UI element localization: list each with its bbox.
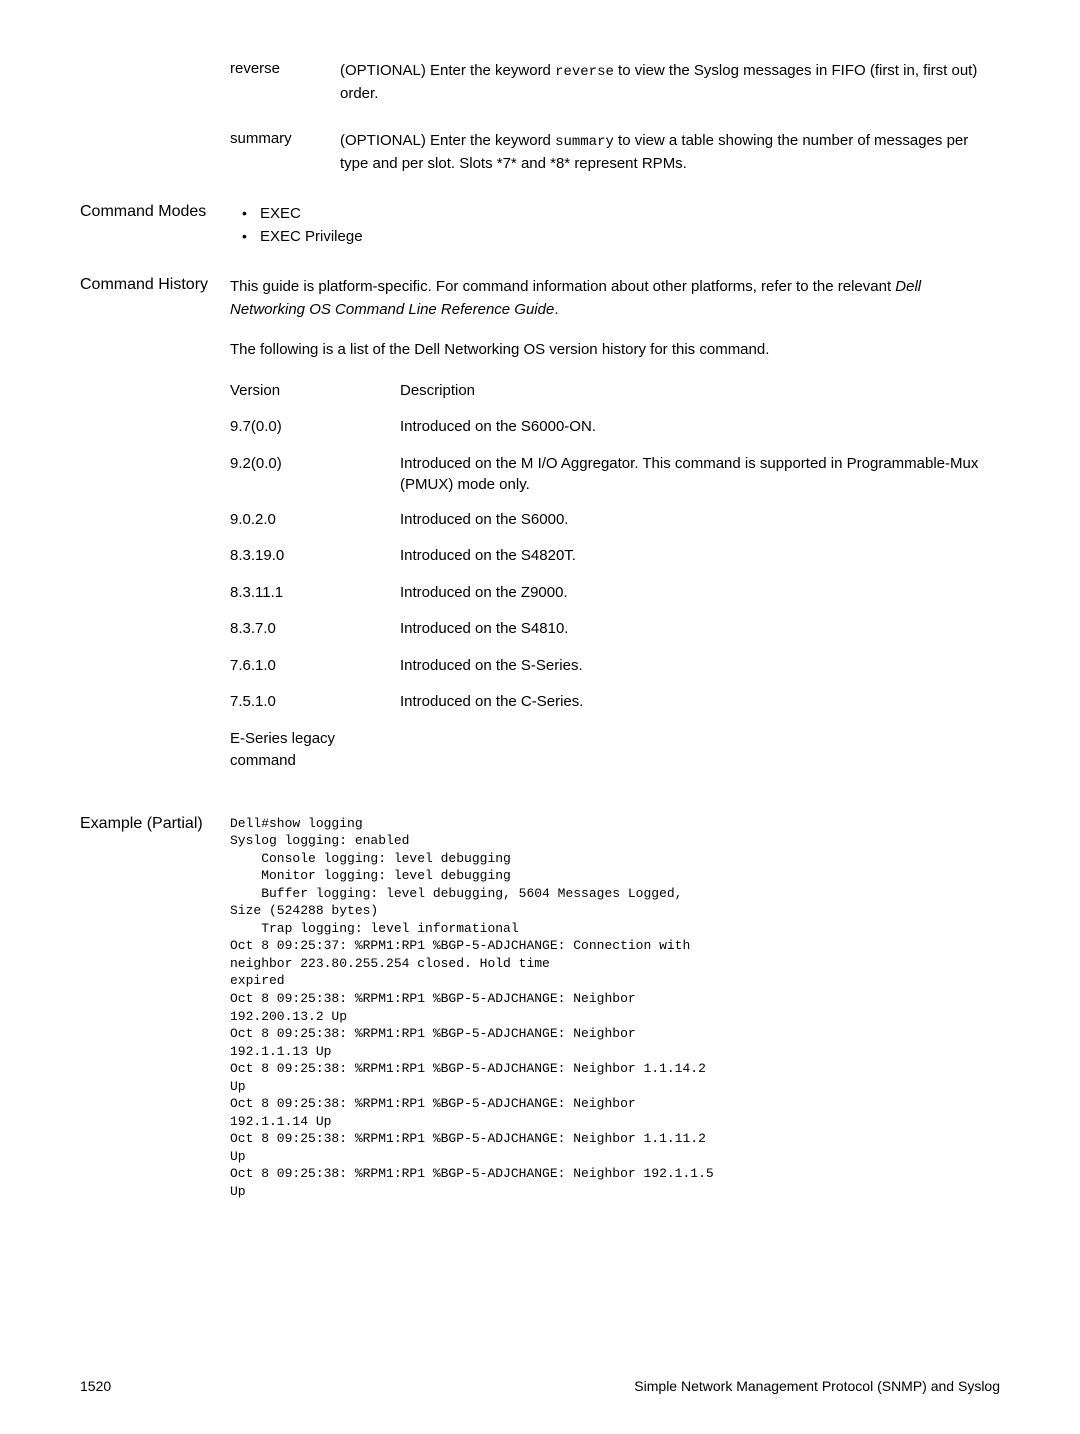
section-label: Command Modes: [80, 203, 230, 248]
version-d: Introduced on the S4810.: [400, 618, 1000, 641]
section-example: Example (Partial) Dell#show logging Sysl…: [80, 815, 1000, 1201]
footer-title: Simple Network Management Protocol (SNMP…: [634, 1378, 1000, 1394]
version-d: Introduced on the S6000-ON.: [400, 416, 1000, 439]
param-name: summary: [80, 130, 340, 176]
version-v: 9.0.2.0: [230, 509, 400, 532]
param-desc: (OPTIONAL) Enter the keyword reverse to …: [340, 60, 1000, 106]
version-row: 8.3.7.0 Introduced on the S4810.: [230, 618, 1000, 641]
section-content: Dell#show logging Syslog logging: enable…: [230, 815, 1000, 1201]
param-desc-pre: (OPTIONAL) Enter the keyword: [340, 132, 555, 149]
param-reverse: reverse (OPTIONAL) Enter the keyword rev…: [80, 60, 1000, 106]
version-v: 9.7(0.0): [230, 416, 400, 439]
version-v: 8.3.7.0: [230, 618, 400, 641]
intro-post: .: [554, 301, 558, 318]
param-name: reverse: [80, 60, 340, 106]
section-content: EXEC EXEC Privilege: [230, 203, 1000, 248]
version-v: 7.6.1.0: [230, 655, 400, 678]
section-label: Command History: [80, 276, 230, 787]
version-d: Introduced on the M I/O Aggregator. This…: [400, 453, 1000, 495]
version-d: Introduced on the S-Series.: [400, 655, 1000, 678]
version-d: Introduced on the C-Series.: [400, 691, 1000, 714]
version-row: 8.3.19.0 Introduced on the S4820T.: [230, 545, 1000, 568]
version-row: 7.6.1.0 Introduced on the S-Series.: [230, 655, 1000, 678]
version-header: Version: [230, 380, 400, 403]
version-header-row: Version Description: [230, 380, 1000, 403]
version-row: 8.3.11.1 Introduced on the Z9000.: [230, 582, 1000, 605]
page-number: 1520: [80, 1378, 111, 1394]
section-content: This guide is platform-specific. For com…: [230, 276, 1000, 787]
mode-list: EXEC EXEC Privilege: [230, 203, 1000, 248]
version-row: 9.7(0.0) Introduced on the S6000-ON.: [230, 416, 1000, 439]
version-v: 8.3.11.1: [230, 582, 400, 605]
param-summary: summary (OPTIONAL) Enter the keyword sum…: [80, 130, 1000, 176]
param-desc-code: reverse: [555, 64, 614, 80]
version-d: Introduced on the S4820T.: [400, 545, 1000, 568]
section-command-modes: Command Modes EXEC EXEC Privilege: [80, 203, 1000, 248]
param-desc-code: summary: [555, 134, 614, 150]
version-v: 7.5.1.0: [230, 691, 400, 714]
version-v: 9.2(0.0): [230, 453, 400, 495]
version-v: 8.3.19.0: [230, 545, 400, 568]
desc-header: Description: [400, 380, 1000, 403]
mode-item: EXEC: [242, 203, 1000, 226]
version-row: 7.5.1.0 Introduced on the C-Series.: [230, 691, 1000, 714]
intro-pre: This guide is platform-specific. For com…: [230, 278, 895, 295]
version-row: E-Series legacy command: [230, 728, 1000, 773]
history-intro: This guide is platform-specific. For com…: [230, 276, 1000, 321]
version-d: Introduced on the S6000.: [400, 509, 1000, 532]
mode-item: EXEC Privilege: [242, 226, 1000, 249]
version-d: Introduced on the Z9000.: [400, 582, 1000, 605]
version-d: [400, 728, 1000, 773]
page-footer: 1520 Simple Network Management Protocol …: [80, 1378, 1000, 1394]
version-row: 9.0.2.0 Introduced on the S6000.: [230, 509, 1000, 532]
example-code: Dell#show logging Syslog logging: enable…: [230, 815, 1000, 1201]
version-v: E-Series legacy command: [230, 728, 400, 773]
version-row: 9.2(0.0) Introduced on the M I/O Aggrega…: [230, 453, 1000, 495]
param-desc-pre: (OPTIONAL) Enter the keyword: [340, 62, 555, 79]
section-command-history: Command History This guide is platform-s…: [80, 276, 1000, 787]
param-desc: (OPTIONAL) Enter the keyword summary to …: [340, 130, 1000, 176]
history-subintro: The following is a list of the Dell Netw…: [230, 339, 1000, 362]
section-label: Example (Partial): [80, 815, 230, 1201]
